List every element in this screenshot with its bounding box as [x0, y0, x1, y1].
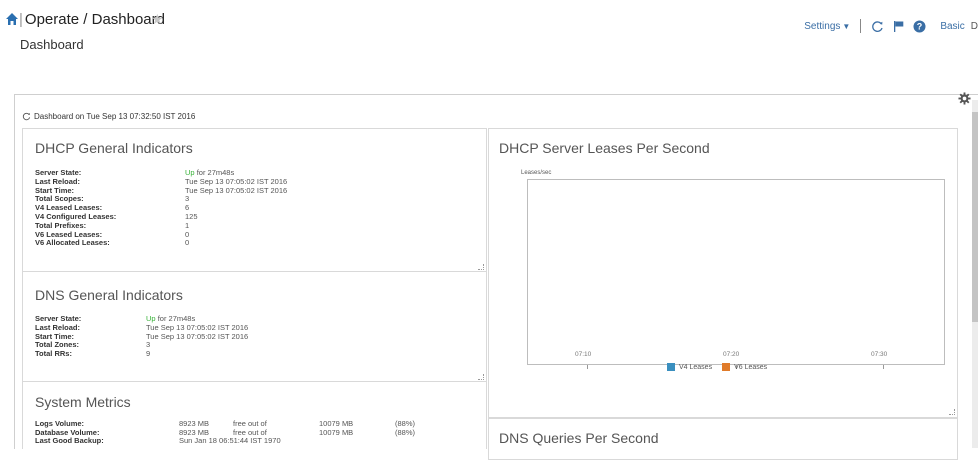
panel-title: DHCP General Indicators [35, 140, 193, 156]
legend-label[interactable]: V4 Leases [679, 364, 712, 371]
list-item: V6 Allocated Leases: 0 [35, 239, 475, 248]
panel-title: DNS General Indicators [35, 287, 183, 303]
x-tick-label: 07:10 [575, 351, 592, 358]
star-icon[interactable]: ★ [151, 11, 164, 28]
indicator-label: V6 Allocated Leases: [35, 238, 110, 248]
chart-legend: V4 Leases V6 Leases [661, 363, 767, 371]
scrollbar-thumb[interactable] [972, 112, 978, 322]
truncated-link[interactable]: D [971, 21, 978, 32]
x-tick-label: 07:30 [871, 351, 888, 358]
flag-icon[interactable] [892, 20, 905, 33]
chart-title: DHCP Server Leases Per Second [499, 140, 710, 156]
metrics-connector: free out of free out of [233, 419, 267, 437]
panel-resize-handle[interactable] [478, 374, 484, 380]
x-tick-label: 07:20 [723, 351, 740, 358]
dashboard-timestamp: Dashboard on Tue Sep 13 07:32:50 IST 201… [22, 112, 195, 121]
metric-value: Sun Jan 18 06:51:44 IST 1970 [179, 436, 281, 445]
page-title: Dashboard [20, 37, 84, 52]
list-item: Last Reload: Tue Sep 13 07:05:02 IST 2016 [35, 323, 475, 333]
indicator-label: Total RRs: [35, 349, 72, 359]
refresh-icon[interactable] [22, 112, 31, 121]
svg-text:?: ? [917, 21, 923, 31]
status-badge: Up [146, 314, 156, 323]
system-metrics-panel: System Metrics Logs Volume: Database Vol… [22, 381, 487, 449]
basic-mode-link[interactable]: Basic [940, 21, 964, 32]
indicator-value: 0 [185, 238, 190, 248]
scrollbar[interactable] [972, 100, 978, 448]
home-icon[interactable] [6, 13, 18, 25]
x-tick [587, 365, 588, 369]
chart-plot-area [527, 179, 945, 365]
list-item: Server State: Up for 27m48s [35, 314, 475, 324]
indicator-value: Tue Sep 13 07:05:02 IST 2016 [146, 331, 249, 341]
toolbar-divider [860, 19, 862, 33]
settings-label: Settings [804, 20, 841, 32]
metric-value: 10079 MB [319, 427, 354, 437]
legend-swatch-v6 [722, 363, 731, 371]
list-item: V4 Configured Leases: 125 [35, 212, 475, 222]
refresh-icon[interactable] [871, 20, 884, 33]
dns-queries-panel: DNS Queries Per Second [488, 418, 958, 460]
metric-label: Last Good Backup: [35, 436, 104, 445]
legend-label[interactable]: V6 Leases [734, 364, 767, 371]
panel-title: System Metrics [35, 394, 131, 410]
legend-swatch-v4 [667, 363, 675, 371]
chevron-down-icon: ▼ [842, 21, 851, 31]
dns-general-indicators-panel: DNS General Indicators Server State: Up f… [22, 271, 487, 383]
breadcrumb-text: Operate / Dashboard [24, 11, 165, 28]
indicator-value: Tue Sep 13 07:05:02 IST 2016 [185, 185, 288, 195]
top-right-toolbar: Settings ▼ ? Basic D [804, 18, 978, 34]
metrics-percent-values: (88%) (88%) [395, 419, 416, 437]
metric-value: free out of [233, 427, 267, 437]
dhcp-leases-chart-panel: DHCP Server Leases Per Second Leases/sec… [488, 128, 958, 418]
dashboard-timestamp-text: Dashboard on Tue Sep 13 07:32:50 IST 201… [34, 112, 196, 121]
gear-icon[interactable] [958, 92, 971, 105]
dns-indicator-list: Server State: Up for 27m48s Last Reload: T… [35, 314, 475, 359]
list-item: Total RRs: 9 [35, 349, 475, 359]
panel-title: DNS Queries Per Second [499, 430, 659, 446]
y-axis-label: Leases/sec [521, 170, 552, 176]
top-bar: | Operate / Dashboard ★ Dashboard Setting… [0, 0, 978, 60]
list-item: Total Zones: 3 [35, 341, 475, 350]
panel-resize-handle[interactable] [478, 264, 484, 270]
help-icon[interactable]: ? [913, 20, 926, 33]
settings-menu[interactable]: Settings ▼ [804, 21, 850, 32]
metric-value: (88%) [395, 427, 416, 437]
metrics-labels: Logs Volume: Database Volume: Last Good … [35, 419, 104, 446]
status-badge: Up [185, 168, 195, 177]
indicator-value-text: for 27m48s [196, 168, 235, 177]
dhcp-indicator-list: Server State: Up for 27m48s Last Reload: T… [35, 168, 475, 248]
indicator-value-text: for 27m48s [157, 314, 196, 323]
list-item: Start Time: Tue Sep 13 07:05:02 IST 2016 [35, 185, 475, 196]
breadcrumb: | Operate / Dashboard [19, 11, 165, 28]
indicator-value: 9 [146, 349, 151, 359]
metrics-total-values: 10079 MB 10079 MB [319, 419, 354, 437]
panel-resize-handle[interactable] [949, 409, 955, 415]
dhcp-general-indicators-panel: DHCP General Indicators Server State: Up … [22, 128, 487, 273]
x-tick [883, 365, 884, 369]
list-item: Start Time: Tue Sep 13 07:05:02 IST 2016 [35, 331, 475, 342]
